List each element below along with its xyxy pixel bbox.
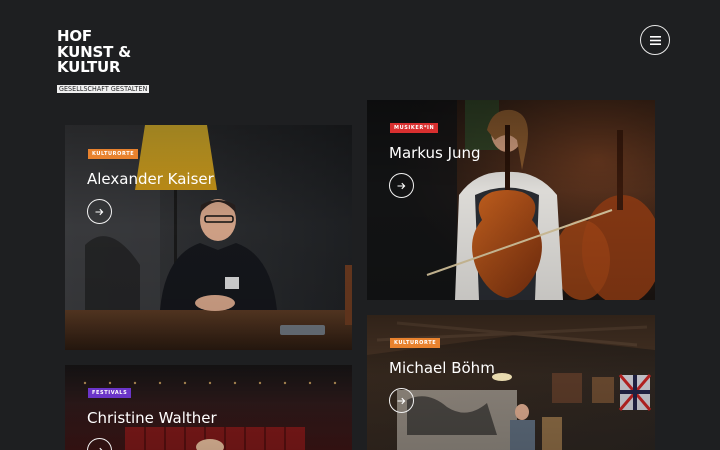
category-badge[interactable]: KULTURORTE	[390, 338, 441, 348]
card-christine-walther[interactable]: FESTIVALS Christine Walther	[65, 365, 352, 450]
card-michael-boehm[interactable]: KULTURORTE Michael Böhm	[367, 315, 655, 450]
arrow-right-icon	[397, 397, 406, 404]
category-badge[interactable]: KULTURORTE	[88, 149, 139, 159]
hamburger-menu-icon	[649, 35, 661, 45]
arrow-right-icon	[397, 182, 406, 189]
person-name[interactable]: Michael Böhm	[389, 359, 495, 377]
category-badge[interactable]: MUSIKER*IN	[390, 123, 439, 133]
arrow-right-icon	[95, 447, 103, 450]
read-more-button[interactable]	[87, 199, 112, 224]
card-markus-jung[interactable]: MUSIKER*IN Markus Jung	[367, 100, 655, 300]
site-logo[interactable]: HOF KUNST & KULTUR GESELLSCHAFT GESTALTE…	[57, 28, 150, 95]
person-name[interactable]: Alexander Kaiser	[87, 170, 214, 188]
logo-tagline: GESELLSCHAFT GESTALTEN	[57, 84, 150, 93]
person-name[interactable]: Markus Jung	[389, 144, 481, 162]
person-name[interactable]: Christine Walther	[87, 409, 217, 427]
logo-line-3: KULTUR	[57, 58, 121, 76]
category-badge[interactable]: FESTIVALS	[88, 388, 132, 398]
read-more-button[interactable]	[389, 173, 414, 198]
menu-button[interactable]	[640, 25, 670, 55]
read-more-button[interactable]	[389, 388, 414, 413]
arrow-right-icon	[95, 208, 104, 215]
card-alexander-kaiser[interactable]: KULTURORTE Alexander Kaiser	[65, 125, 352, 350]
